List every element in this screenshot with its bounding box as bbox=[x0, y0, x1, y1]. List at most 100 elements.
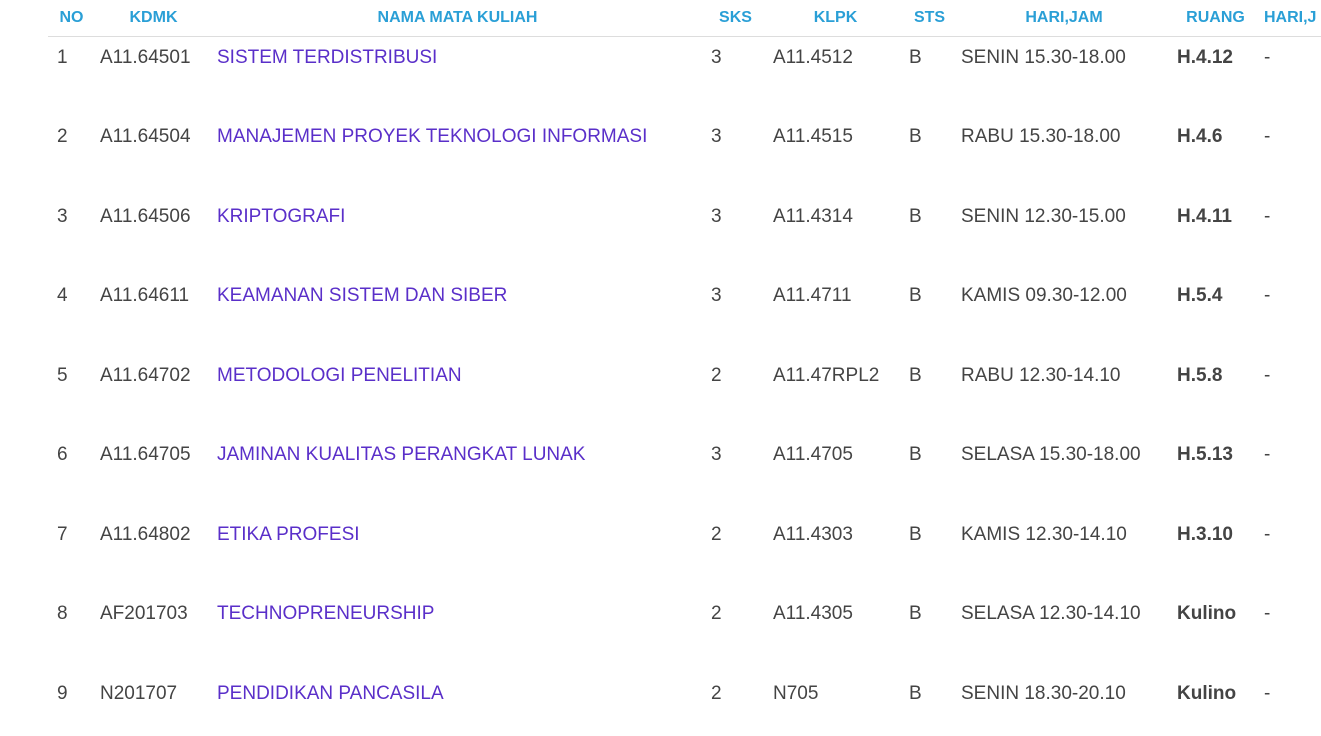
cell-hari-jam-2: - bbox=[1264, 205, 1271, 227]
cell-sks: 3 bbox=[711, 47, 722, 68]
cell-hari-jam-2: - bbox=[1264, 444, 1271, 465]
cell-sks: 2 bbox=[711, 364, 722, 386]
cell-klpk: A11.4515 bbox=[773, 126, 853, 147]
cell-hari-jam: SENIN 12.30-15.00 bbox=[961, 205, 1126, 227]
table-row: 5 A11.64702 METODOLOGI PENELITIAN 2 A11.… bbox=[48, 355, 1321, 435]
header-hari-jam[interactable]: HARI,JAM bbox=[956, 0, 1172, 37]
cell-kdmk: A11.64611 bbox=[100, 285, 190, 306]
cell-sts: B bbox=[909, 364, 922, 386]
cell-ruang: Kulino bbox=[1177, 682, 1237, 704]
cell-sts: B bbox=[909, 682, 922, 704]
cell-sks: 2 bbox=[711, 682, 722, 704]
header-sks[interactable]: SKS bbox=[703, 0, 768, 37]
cell-kdmk: A11.64705 bbox=[100, 444, 191, 465]
cell-sks: 3 bbox=[711, 205, 722, 227]
cell-nama-mata-kuliah: KEAMANAN SISTEM DAN SIBER bbox=[212, 275, 703, 355]
cell-hari-jam: KAMIS 12.30-14.10 bbox=[961, 523, 1127, 545]
header-kdmk[interactable]: KDMK bbox=[95, 0, 212, 37]
cell-ruang: H.4.6 bbox=[1177, 126, 1223, 147]
cell-ruang: H.5.4 bbox=[1177, 285, 1223, 306]
cell-ruang: H.5.13 bbox=[1177, 444, 1233, 465]
cell-hari-jam: SELASA 15.30-18.00 bbox=[961, 444, 1141, 465]
course-name-link[interactable]: PENDIDIKAN PANCASILA bbox=[217, 683, 444, 704]
cell-ruang: H.4.12 bbox=[1177, 47, 1233, 68]
cell-no: 8 bbox=[57, 603, 68, 624]
course-schedule-table: NO KDMK NAMA MATA KULIAH SKS KLPK STS HA… bbox=[48, 0, 1321, 736]
course-name-link[interactable]: JAMINAN KUALITAS PERANGKAT LUNAK bbox=[217, 444, 585, 465]
cell-kdmk: N201707 bbox=[100, 682, 178, 704]
cell-sts: B bbox=[909, 444, 922, 465]
table-row: 2 A11.64504 MANAJEMEN PROYEK TEKNOLOGI I… bbox=[48, 116, 1321, 196]
cell-klpk: A11.47RPL2 bbox=[773, 364, 880, 386]
cell-hari-jam-2: - bbox=[1264, 523, 1271, 545]
cell-klpk: A11.4305 bbox=[773, 603, 853, 624]
cell-sts: B bbox=[909, 47, 922, 68]
course-name-link[interactable]: TECHNOPRENEURSHIP bbox=[217, 603, 434, 624]
course-name-link[interactable]: SISTEM TERDISTRIBUSI bbox=[217, 47, 437, 68]
course-name-link[interactable]: ETIKA PROFESI bbox=[217, 524, 360, 545]
cell-ruang: Kulino bbox=[1177, 603, 1237, 624]
cell-klpk: N705 bbox=[773, 682, 819, 704]
cell-hari-jam-2: - bbox=[1264, 126, 1271, 147]
cell-hari-jam-2: - bbox=[1264, 682, 1271, 704]
cell-hari-jam: SELASA 12.30-14.10 bbox=[961, 603, 1141, 624]
header-nama-mata-kuliah[interactable]: NAMA MATA KULIAH bbox=[212, 0, 703, 37]
cell-hari-jam-2: - bbox=[1264, 364, 1271, 386]
cell-nama-mata-kuliah: SISTEM TERDISTRIBUSI bbox=[212, 37, 703, 117]
cell-klpk: A11.4314 bbox=[773, 205, 853, 227]
header-no[interactable]: NO bbox=[48, 0, 95, 37]
cell-nama-mata-kuliah: METODOLOGI PENELITIAN bbox=[212, 355, 703, 435]
cell-no: 7 bbox=[57, 523, 68, 545]
cell-hari-jam: RABU 15.30-18.00 bbox=[961, 126, 1121, 147]
cell-hari-jam: RABU 12.30-14.10 bbox=[961, 364, 1121, 386]
cell-klpk: A11.4711 bbox=[773, 285, 852, 306]
course-name-link[interactable]: KEAMANAN SISTEM DAN SIBER bbox=[217, 285, 507, 306]
cell-kdmk: A11.64802 bbox=[100, 523, 191, 545]
cell-nama-mata-kuliah: KRIPTOGRAFI bbox=[212, 196, 703, 276]
cell-no: 9 bbox=[57, 682, 68, 704]
cell-ruang: H.4.11 bbox=[1177, 205, 1232, 227]
schedule-page: NO KDMK NAMA MATA KULIAH SKS KLPK STS HA… bbox=[0, 0, 1321, 736]
header-sts[interactable]: STS bbox=[903, 0, 956, 37]
cell-sks: 2 bbox=[711, 523, 722, 545]
cell-nama-mata-kuliah: ETIKA PROFESI bbox=[212, 514, 703, 594]
table-row: 8 AF201703 TECHNOPRENEURSHIP 2 A11.4305 … bbox=[48, 593, 1321, 673]
cell-hari-jam-2: - bbox=[1264, 285, 1271, 306]
table-row: 9 N201707 PENDIDIKAN PANCASILA 2 N705 B … bbox=[48, 673, 1321, 736]
cell-sks: 3 bbox=[711, 126, 722, 147]
cell-sks: 3 bbox=[711, 444, 722, 465]
cell-kdmk: A11.64506 bbox=[100, 205, 191, 227]
cell-sks: 3 bbox=[711, 285, 722, 306]
header-klpk[interactable]: KLPK bbox=[768, 0, 903, 37]
cell-klpk: A11.4705 bbox=[773, 444, 853, 465]
header-hari-jam-2[interactable]: HARI,J bbox=[1259, 0, 1321, 37]
table-row: 6 A11.64705 JAMINAN KUALITAS PERANGKAT L… bbox=[48, 434, 1321, 514]
cell-nama-mata-kuliah: PENDIDIKAN PANCASILA bbox=[212, 673, 703, 736]
cell-kdmk: AF201703 bbox=[100, 603, 188, 624]
course-name-link[interactable]: MANAJEMEN PROYEK TEKNOLOGI INFORMASI bbox=[217, 126, 647, 147]
cell-no: 2 bbox=[57, 126, 68, 147]
cell-kdmk: A11.64501 bbox=[100, 47, 191, 68]
cell-no: 4 bbox=[57, 285, 68, 306]
cell-kdmk: A11.64504 bbox=[100, 126, 191, 147]
cell-sts: B bbox=[909, 205, 922, 227]
cell-kdmk: A11.64702 bbox=[100, 364, 191, 386]
course-name-link[interactable]: KRIPTOGRAFI bbox=[217, 206, 345, 227]
cell-nama-mata-kuliah: JAMINAN KUALITAS PERANGKAT LUNAK bbox=[212, 434, 703, 514]
cell-sks: 2 bbox=[711, 603, 722, 624]
cell-hari-jam-2: - bbox=[1264, 47, 1271, 68]
cell-klpk: A11.4512 bbox=[773, 47, 853, 68]
table-row: 4 A11.64611 KEAMANAN SISTEM DAN SIBER 3 … bbox=[48, 275, 1321, 355]
header-ruang[interactable]: RUANG bbox=[1172, 0, 1259, 37]
course-name-link[interactable]: METODOLOGI PENELITIAN bbox=[217, 365, 462, 386]
cell-sts: B bbox=[909, 523, 922, 545]
table-header-row: NO KDMK NAMA MATA KULIAH SKS KLPK STS HA… bbox=[48, 0, 1321, 37]
cell-hari-jam: SENIN 18.30-20.10 bbox=[961, 682, 1126, 704]
cell-sts: B bbox=[909, 126, 922, 147]
cell-sts: B bbox=[909, 603, 922, 624]
cell-ruang: H.5.8 bbox=[1177, 364, 1223, 386]
cell-nama-mata-kuliah: TECHNOPRENEURSHIP bbox=[212, 593, 703, 673]
cell-no: 3 bbox=[57, 205, 68, 227]
cell-hari-jam: SENIN 15.30-18.00 bbox=[961, 47, 1126, 68]
cell-hari-jam-2: - bbox=[1264, 603, 1271, 624]
